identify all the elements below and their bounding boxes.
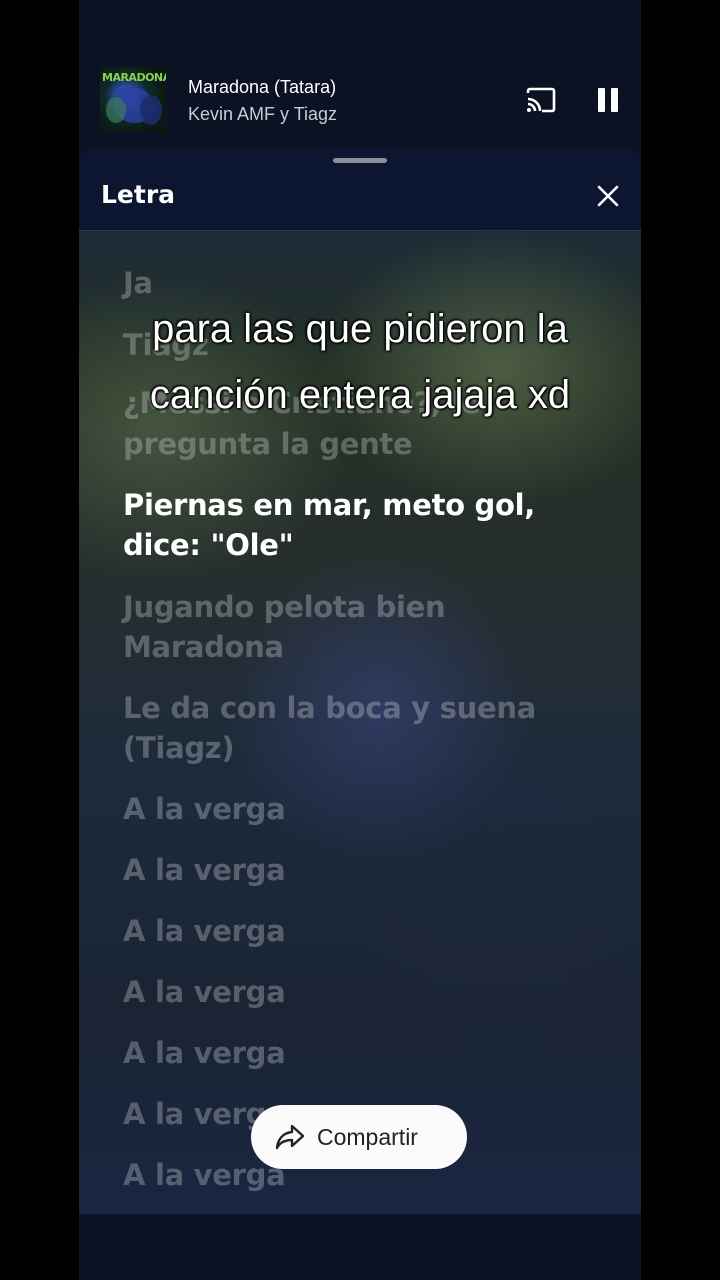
album-art: MARADONA	[100, 67, 166, 133]
lyric-line: A la verga	[123, 975, 286, 1009]
caption-overlay-line: canción entera jajaja xd	[149, 373, 571, 417]
caption-overlay-line: para las que pidieron la	[152, 307, 568, 351]
phone-screen: MARADONA Maradona (Tatara) Kevin AMF y T…	[79, 0, 641, 1280]
pause-icon	[598, 88, 605, 112]
share-icon	[275, 1124, 305, 1150]
lyric-line: Maradona	[123, 630, 284, 664]
share-label: Compartir	[317, 1124, 418, 1150]
sheet-title: Letra	[101, 180, 176, 209]
song-artist: Kevin AMF y Tiagz	[188, 104, 338, 124]
lyric-line-active: Piernas en mar, meto gol,	[123, 488, 535, 522]
sheet-header: Letra	[79, 148, 641, 231]
lyric-line: A la verga	[123, 853, 286, 887]
lyric-line: Jugando pelota bien	[123, 590, 446, 624]
lyric-line: Le da con la boca y suena	[123, 691, 536, 725]
album-art-text: MARADONA	[102, 71, 166, 84]
cast-button[interactable]	[525, 87, 557, 115]
lyric-line: pregunta la gente	[123, 427, 413, 461]
pause-button[interactable]	[596, 87, 620, 115]
share-button[interactable]: Compartir	[251, 1105, 467, 1169]
bottom-bar	[79, 1214, 641, 1280]
lyrics-sheet: Ja Tiagz ¿Messi o Cristiano?, le pregunt…	[79, 148, 641, 1214]
drag-handle[interactable]	[333, 158, 387, 163]
lyric-line: A la verga	[123, 792, 286, 826]
cast-icon	[526, 87, 556, 113]
lyric-line: A la verga	[123, 1036, 286, 1070]
song-title: Maradona (Tatara)	[188, 77, 337, 97]
close-icon	[597, 185, 619, 207]
lyric-line: A la verga	[123, 914, 286, 948]
lyric-line: (Tiagz)	[123, 731, 235, 765]
mini-player[interactable]: MARADONA Maradona (Tatara) Kevin AMF y T…	[79, 60, 641, 144]
close-button[interactable]	[596, 184, 620, 208]
lyric-line-active: dice: "Ole"	[123, 528, 294, 562]
